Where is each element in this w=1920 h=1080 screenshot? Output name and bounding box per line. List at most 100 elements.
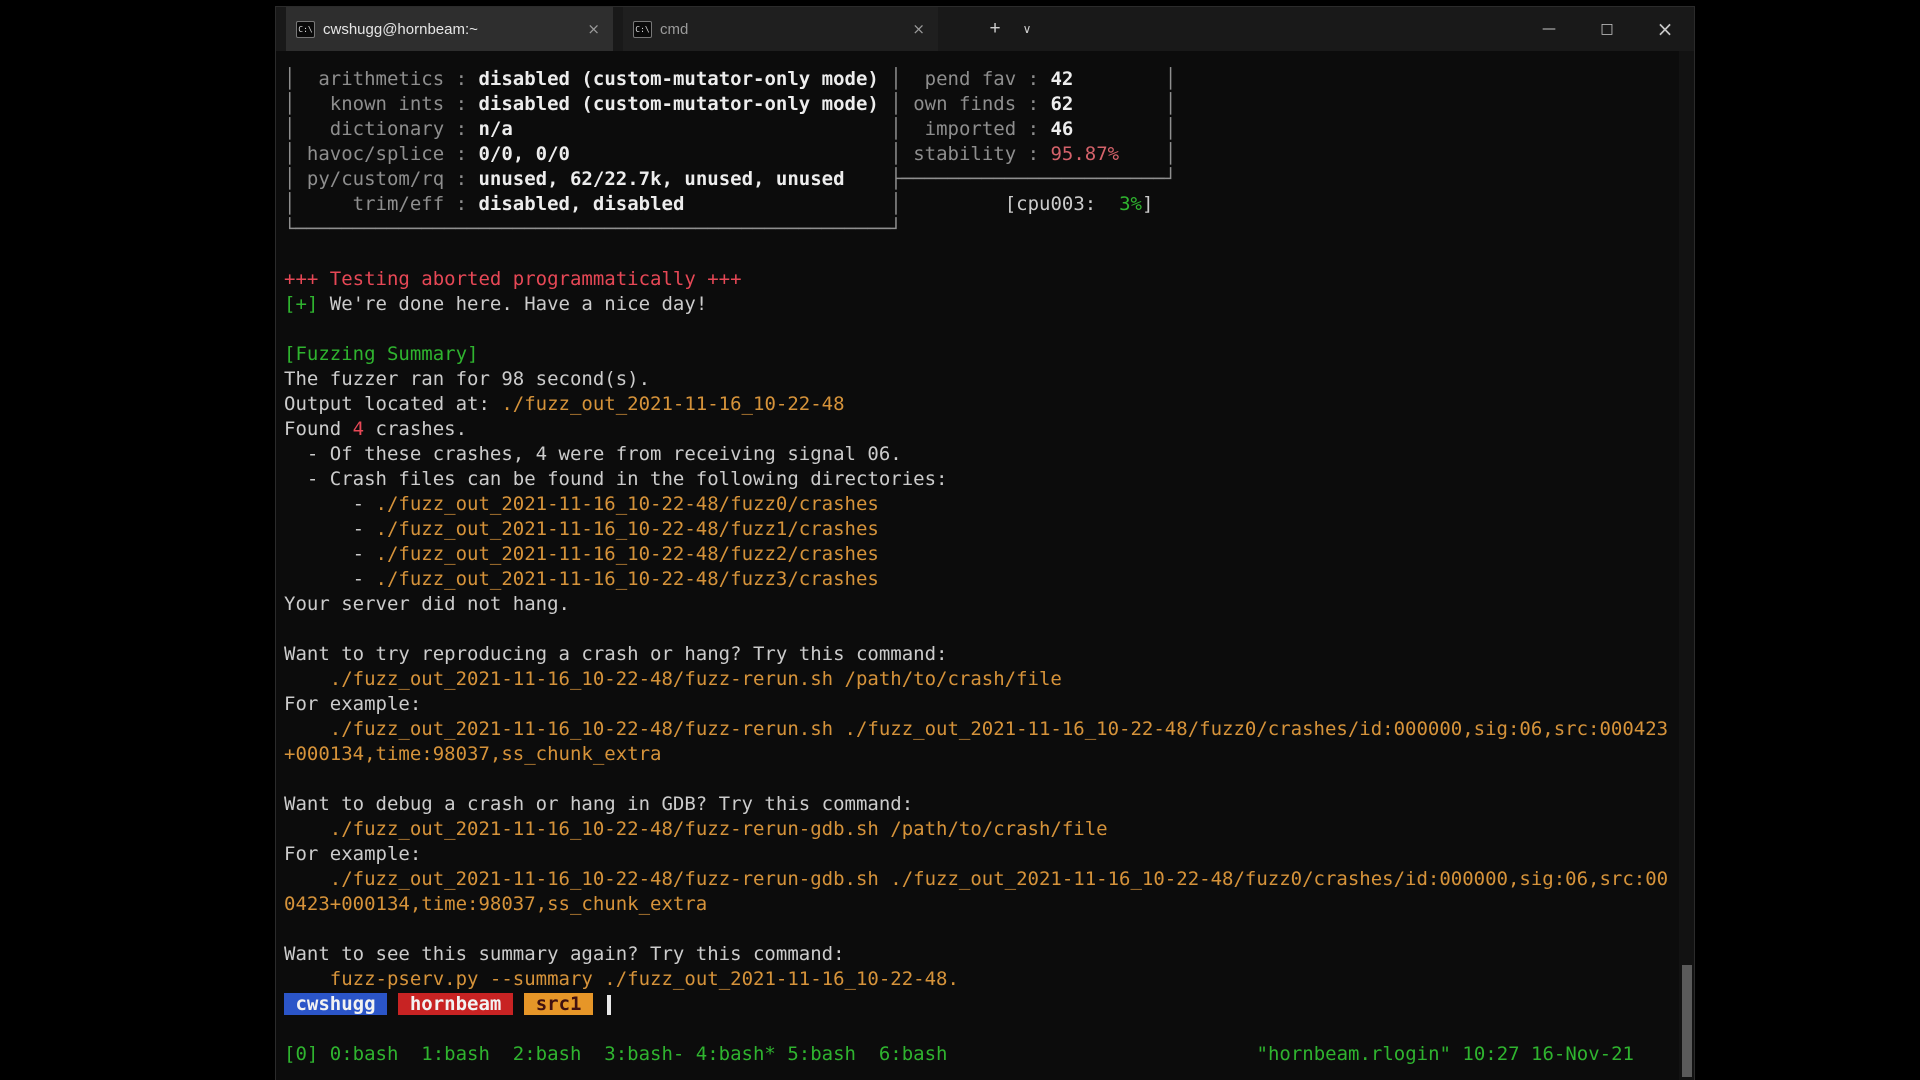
new-tab-button[interactable]: + <box>978 7 1012 51</box>
cmd-icon: C:\ <box>633 21 652 38</box>
terminal-row <box>284 917 1694 942</box>
terminal-text-segment: 0/0, 0/0 <box>478 143 890 165</box>
terminal-text-segment: cwshugg <box>284 993 387 1015</box>
terminal-text-segment: For example: <box>284 843 421 865</box>
terminal-text-segment: [+] <box>284 293 318 315</box>
terminal-text-segment: imported : <box>902 118 1051 140</box>
terminal-line: fuzz-pserv.py --summary ./fuzz_out_2021-… <box>284 967 1694 992</box>
terminal-text-segment <box>1073 118 1165 140</box>
afl-box-row: └───────────────────────────────────────… <box>284 217 1694 242</box>
terminal-text-segment: ./fuzz_out_2021-11-16_10-22-48/fuzz-reru… <box>330 718 1668 740</box>
terminal-line: Want to see this summary again? Try this… <box>284 942 1694 967</box>
terminal-line: For example: <box>284 842 1694 867</box>
terminal-line: ./fuzz_out_2021-11-16_10-22-48/fuzz-reru… <box>284 717 1694 742</box>
terminal-text-segment: disabled, disabled <box>478 193 890 215</box>
terminal-text-segment: Output located at: <box>284 393 501 415</box>
terminal-line: For example: <box>284 692 1694 717</box>
terminal-text-segment: ./fuzz_out_2021-11-16_10-22-48/fuzz-reru… <box>330 668 1062 690</box>
terminal-text-segment: 42 <box>1050 68 1073 90</box>
tmux-window-list: [0] 0:bash 1:bash 2:bash 3:bash- 4:bash*… <box>284 1043 947 1065</box>
close-tab-icon[interactable]: × <box>584 20 603 38</box>
afl-box-row: │ trim/eff : disabled, disabled │ [cpu00… <box>284 192 1694 217</box>
tmux-status-bar: [0] 0:bash 1:bash 2:bash 3:bash- 4:bash*… <box>284 1042 1694 1067</box>
terminal-text-segment: │ <box>890 193 901 215</box>
terminal-text-segment <box>1119 143 1165 165</box>
terminal-text-segment: ./fuzz_out_2021-11-16_10-22-48/fuzz3/cra… <box>376 568 879 590</box>
tab-title: cwshugg@hornbeam:~ <box>323 21 576 38</box>
afl-box-row: │ dictionary : n/a │ imported : 46 │ <box>284 117 1694 142</box>
terminal-text-segment: ├───────────────────────┘ <box>890 168 1176 190</box>
desktop: C:\ cwshugg@hornbeam:~ × C:\ cmd × + ∨ —… <box>0 0 1920 1080</box>
terminal-text-segment: ./fuzz_out_2021-11-16_10-22-48 <box>501 393 844 415</box>
terminal-text-segment <box>902 193 1005 215</box>
terminal-text-segment: - <box>284 493 376 515</box>
window-controls: — □ × <box>1520 7 1694 51</box>
minimize-button[interactable]: — <box>1520 7 1578 51</box>
terminal-text-segment: │ <box>890 68 901 90</box>
terminal-text-segment <box>513 993 524 1015</box>
terminal-line: - ./fuzz_out_2021-11-16_10-22-48/fuzz1/c… <box>284 517 1694 542</box>
terminal-text-segment: arithmetics : <box>295 68 478 90</box>
terminal-text-segment: │ <box>890 118 901 140</box>
afl-box-row: │ known ints : disabled (custom-mutator-… <box>284 92 1694 117</box>
terminal-text-segment: │ <box>284 68 295 90</box>
terminal-text-segment: - <box>284 518 376 540</box>
terminal-line: ./fuzz_out_2021-11-16_10-22-48/fuzz-reru… <box>284 667 1694 692</box>
terminal-text-segment: n/a <box>478 118 890 140</box>
terminal-row <box>284 767 1694 792</box>
terminal-line: - ./fuzz_out_2021-11-16_10-22-48/fuzz3/c… <box>284 567 1694 592</box>
terminal-row <box>284 1017 1694 1042</box>
terminal-text-segment <box>387 993 398 1015</box>
terminal-text-segment: ./fuzz_out_2021-11-16_10-22-48/fuzz-reru… <box>330 818 1108 840</box>
terminal-text-segment: │ <box>1165 68 1176 90</box>
tab-dropdown-icon[interactable]: ∨ <box>1012 7 1042 51</box>
terminal-text-segment: ./fuzz_out_2021-11-16_10-22-48/fuzz1/cra… <box>376 518 879 540</box>
tab-title: cmd <box>660 21 901 38</box>
terminal-text-segment: [Fuzzing Summary] <box>284 343 478 365</box>
terminal-text-segment: - Crash files can be found in the follow… <box>284 468 947 490</box>
terminal-text-segment: +++ Testing aborted programmatically +++ <box>284 268 742 290</box>
terminal-text-segment: │ <box>284 143 295 165</box>
scrollbar[interactable] <box>1679 51 1694 1080</box>
terminal-text-segment: py/custom/rq : <box>295 168 478 190</box>
terminal-text-segment: ] <box>1142 193 1153 215</box>
scrollbar-thumb[interactable] <box>1682 965 1692 1077</box>
terminal-row <box>284 617 1694 642</box>
terminal-line: - ./fuzz_out_2021-11-16_10-22-48/fuzz0/c… <box>284 492 1694 517</box>
close-button[interactable]: × <box>1636 7 1694 51</box>
terminal-line: The fuzzer ran for 98 second(s). <box>284 367 1694 392</box>
terminal-text-segment: │ <box>284 193 295 215</box>
terminal-line: - Crash files can be found in the follow… <box>284 467 1694 492</box>
terminal-text-segment <box>593 993 604 1015</box>
terminal-text-segment: │ <box>1165 143 1176 165</box>
terminal-text-segment <box>284 818 330 840</box>
terminal-text-segment: fuzz-pserv.py --summary ./fuzz_out_2021-… <box>330 968 959 990</box>
terminal-text-segment: │ <box>890 143 901 165</box>
terminal-text-segment <box>284 668 330 690</box>
terminal-text-segment: Want to see this summary again? Try this… <box>284 943 845 965</box>
terminal-text-segment: - Of these crashes, 4 were from receivin… <box>284 443 902 465</box>
terminal-text-segment: ./fuzz_out_2021-11-16_10-22-48/fuzz2/cra… <box>376 543 879 565</box>
terminal-line: 0423+000134,time:98037,ss_chunk_extra <box>284 892 1694 917</box>
terminal-body[interactable]: │ arithmetics : disabled (custom-mutator… <box>276 51 1694 1080</box>
terminal-text-segment: - <box>284 543 376 565</box>
terminal-text-segment: │ <box>1165 118 1176 140</box>
terminal-text-segment: disabled (custom-mutator-only mode) <box>478 93 890 115</box>
terminal-line: +++ Testing aborted programmatically +++ <box>284 267 1694 292</box>
terminal-text-segment: ./fuzz_out_2021-11-16_10-22-48/fuzz-reru… <box>330 868 1668 890</box>
afl-box-row: │ havoc/splice : 0/0, 0/0 │ stability : … <box>284 142 1694 167</box>
terminal-text-segment: │ <box>890 93 901 115</box>
terminal-line: +000134,time:98037,ss_chunk_extra <box>284 742 1694 767</box>
maximize-button[interactable]: □ <box>1578 7 1636 51</box>
title-bar: C:\ cwshugg@hornbeam:~ × C:\ cmd × + ∨ —… <box>276 7 1694 51</box>
tmux-session-info: "hornbeam.rlogin" 10:27 16-Nov-21 <box>1257 1042 1635 1067</box>
terminal-text-segment: ./fuzz_out_2021-11-16_10-22-48/fuzz0/cra… <box>376 493 879 515</box>
terminal-text-segment: pend fav : <box>902 68 1051 90</box>
tab-cmd[interactable]: C:\ cmd × <box>623 7 938 51</box>
terminal-text-segment: Want to try reproducing a crash or hang?… <box>284 643 947 665</box>
terminal-text-segment: src1 <box>524 993 593 1015</box>
tab-cwshugg-hornbeam[interactable]: C:\ cwshugg@hornbeam:~ × <box>286 7 613 51</box>
terminal-text-segment: │ <box>284 168 295 190</box>
close-tab-icon[interactable]: × <box>909 20 928 38</box>
terminal-text-segment: +000134,time:98037,ss_chunk_extra <box>284 743 662 765</box>
